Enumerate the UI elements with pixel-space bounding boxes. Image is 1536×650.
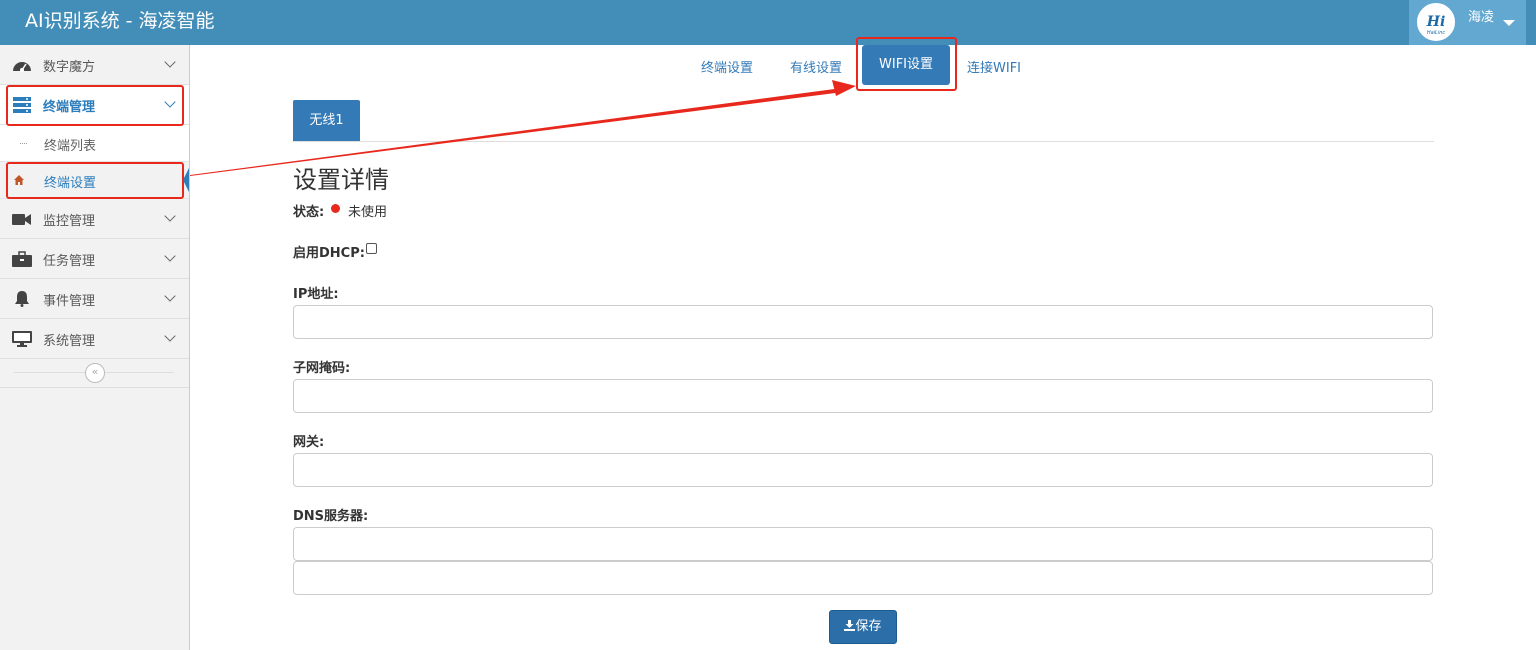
annotation-arrow-icon: [190, 80, 856, 176]
